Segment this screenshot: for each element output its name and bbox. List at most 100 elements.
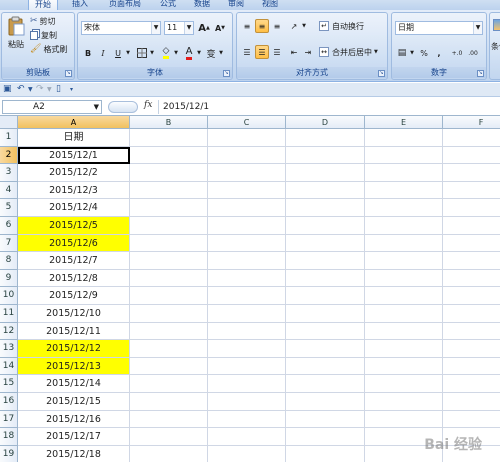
- cell-c17[interactable]: [208, 410, 286, 429]
- cell-a8[interactable]: 2015/12/7: [18, 252, 130, 270]
- cell-f5[interactable]: [443, 199, 500, 217]
- align-middle-button[interactable]: ≡: [255, 19, 269, 33]
- tab-data[interactable]: 数据: [188, 0, 216, 10]
- row-header[interactable]: 13: [0, 340, 18, 358]
- cut-button[interactable]: ✂ 剪切: [30, 15, 56, 27]
- row-header[interactable]: 19: [0, 445, 18, 462]
- cell-b4[interactable]: [130, 181, 208, 200]
- cell-d1[interactable]: [286, 129, 365, 147]
- cell-a10[interactable]: 2015/12/9: [18, 287, 130, 305]
- increase-indent-button[interactable]: ⇥: [301, 45, 315, 59]
- borders-button[interactable]: [135, 46, 149, 60]
- redo-icon[interactable]: ↷: [36, 84, 44, 94]
- decrease-indent-button[interactable]: ⇤: [287, 45, 301, 59]
- cell-a13[interactable]: 2015/12/12: [18, 340, 130, 358]
- cell-a11[interactable]: 2015/12/10: [18, 305, 130, 323]
- row-header[interactable]: 17: [0, 410, 18, 429]
- chevron-down-icon[interactable]: ▼: [173, 49, 179, 57]
- cell-a6[interactable]: 2015/12/5: [18, 217, 130, 235]
- column-header-b[interactable]: B: [130, 116, 208, 129]
- cell-e5[interactable]: [365, 199, 443, 217]
- cell-b10[interactable]: [130, 287, 208, 305]
- cell-a15[interactable]: 2015/12/14: [18, 375, 130, 393]
- cell-c14[interactable]: [208, 357, 286, 376]
- cell-f1[interactable]: [443, 129, 500, 147]
- new-document-icon[interactable]: ▯: [56, 84, 61, 94]
- cell-e6[interactable]: [365, 217, 443, 235]
- align-bottom-button[interactable]: ≡: [270, 19, 284, 33]
- chevron-down-icon[interactable]: ▼: [94, 101, 99, 113]
- row-header[interactable]: 8: [0, 252, 18, 270]
- row-header[interactable]: 7: [0, 234, 18, 253]
- cell-c9[interactable]: [208, 269, 286, 288]
- cell-b16[interactable]: [130, 393, 208, 411]
- number-dialog-launcher[interactable]: ↘: [477, 70, 484, 77]
- merge-center-button[interactable]: ↔ 合并后居中 ▼: [319, 45, 378, 59]
- row-header[interactable]: 1: [0, 129, 18, 147]
- cell-e14[interactable]: [365, 357, 443, 376]
- cell-c13[interactable]: [208, 340, 286, 358]
- cell-b12[interactable]: [130, 322, 208, 341]
- cell-e12[interactable]: [365, 322, 443, 341]
- cell-a19[interactable]: 2015/12/18: [18, 445, 130, 462]
- formula-input[interactable]: 2015/12/1: [158, 100, 498, 114]
- cell-f16[interactable]: [443, 393, 500, 411]
- save-icon[interactable]: ▣: [3, 84, 12, 94]
- cell-c12[interactable]: [208, 322, 286, 341]
- format-painter-button[interactable]: 🖌 格式刷: [30, 43, 67, 55]
- cell-d7[interactable]: [286, 234, 365, 253]
- cell-d10[interactable]: [286, 287, 365, 305]
- number-format-dropdown[interactable]: 日期 ▼: [395, 21, 483, 35]
- cell-c15[interactable]: [208, 375, 286, 393]
- cell-d6[interactable]: [286, 217, 365, 235]
- cell-d12[interactable]: [286, 322, 365, 341]
- bold-button[interactable]: B: [81, 46, 95, 60]
- percent-style-button[interactable]: %: [417, 46, 431, 60]
- cell-b6[interactable]: [130, 217, 208, 235]
- chevron-down-icon[interactable]: ▼: [47, 86, 52, 93]
- underline-button[interactable]: U: [111, 46, 125, 60]
- cell-d11[interactable]: [286, 305, 365, 323]
- cell-f12[interactable]: [443, 323, 500, 341]
- cell-d4[interactable]: [286, 181, 365, 200]
- row-header[interactable]: 11: [0, 305, 18, 323]
- cell-e3[interactable]: [365, 164, 443, 182]
- cell-a12[interactable]: 2015/12/11: [18, 322, 130, 341]
- copy-button[interactable]: 复制: [30, 29, 57, 41]
- decrease-decimal-button[interactable]: .00: [466, 46, 480, 60]
- cell-a14[interactable]: 2015/12/13: [18, 357, 130, 376]
- row-header[interactable]: 15: [0, 375, 18, 393]
- chevron-down-icon[interactable]: ▼: [409, 49, 415, 57]
- font-color-button[interactable]: A: [182, 46, 196, 60]
- select-all-corner[interactable]: [0, 116, 18, 129]
- tab-formulas[interactable]: 公式: [154, 0, 182, 10]
- cell-c19[interactable]: [208, 445, 286, 462]
- cell-b7[interactable]: [130, 234, 208, 253]
- cell-f8[interactable]: [443, 252, 500, 270]
- name-box[interactable]: A2 ▼: [2, 100, 102, 114]
- cell-b5[interactable]: [130, 199, 208, 217]
- cell-e16[interactable]: [365, 393, 443, 411]
- cell-c16[interactable]: [208, 393, 286, 411]
- cell-f17[interactable]: [443, 411, 500, 429]
- cell-d15[interactable]: [286, 375, 365, 393]
- shrink-font-button[interactable]: A ▼: [213, 21, 227, 35]
- cell-f15[interactable]: [443, 375, 500, 393]
- cell-e17[interactable]: [365, 410, 443, 429]
- formula-bar-splitter[interactable]: [108, 101, 138, 113]
- cell-f3[interactable]: [443, 164, 500, 182]
- cell-d18[interactable]: [286, 428, 365, 446]
- cell-b8[interactable]: [130, 252, 208, 270]
- chevron-down-icon[interactable]: ▼: [149, 49, 155, 57]
- align-left-button[interactable]: ☰: [240, 45, 254, 59]
- cell-b2[interactable]: [130, 146, 208, 165]
- cell-b14[interactable]: [130, 357, 208, 376]
- cell-b13[interactable]: [130, 340, 208, 358]
- cell-a2[interactable]: 2015/12/1: [18, 146, 130, 165]
- conditional-formatting-button[interactable]: [491, 17, 500, 33]
- cell-c18[interactable]: [208, 428, 286, 446]
- cell-a1[interactable]: 日期: [18, 129, 130, 147]
- cell-c8[interactable]: [208, 252, 286, 270]
- cell-d3[interactable]: [286, 164, 365, 182]
- cell-d16[interactable]: [286, 393, 365, 411]
